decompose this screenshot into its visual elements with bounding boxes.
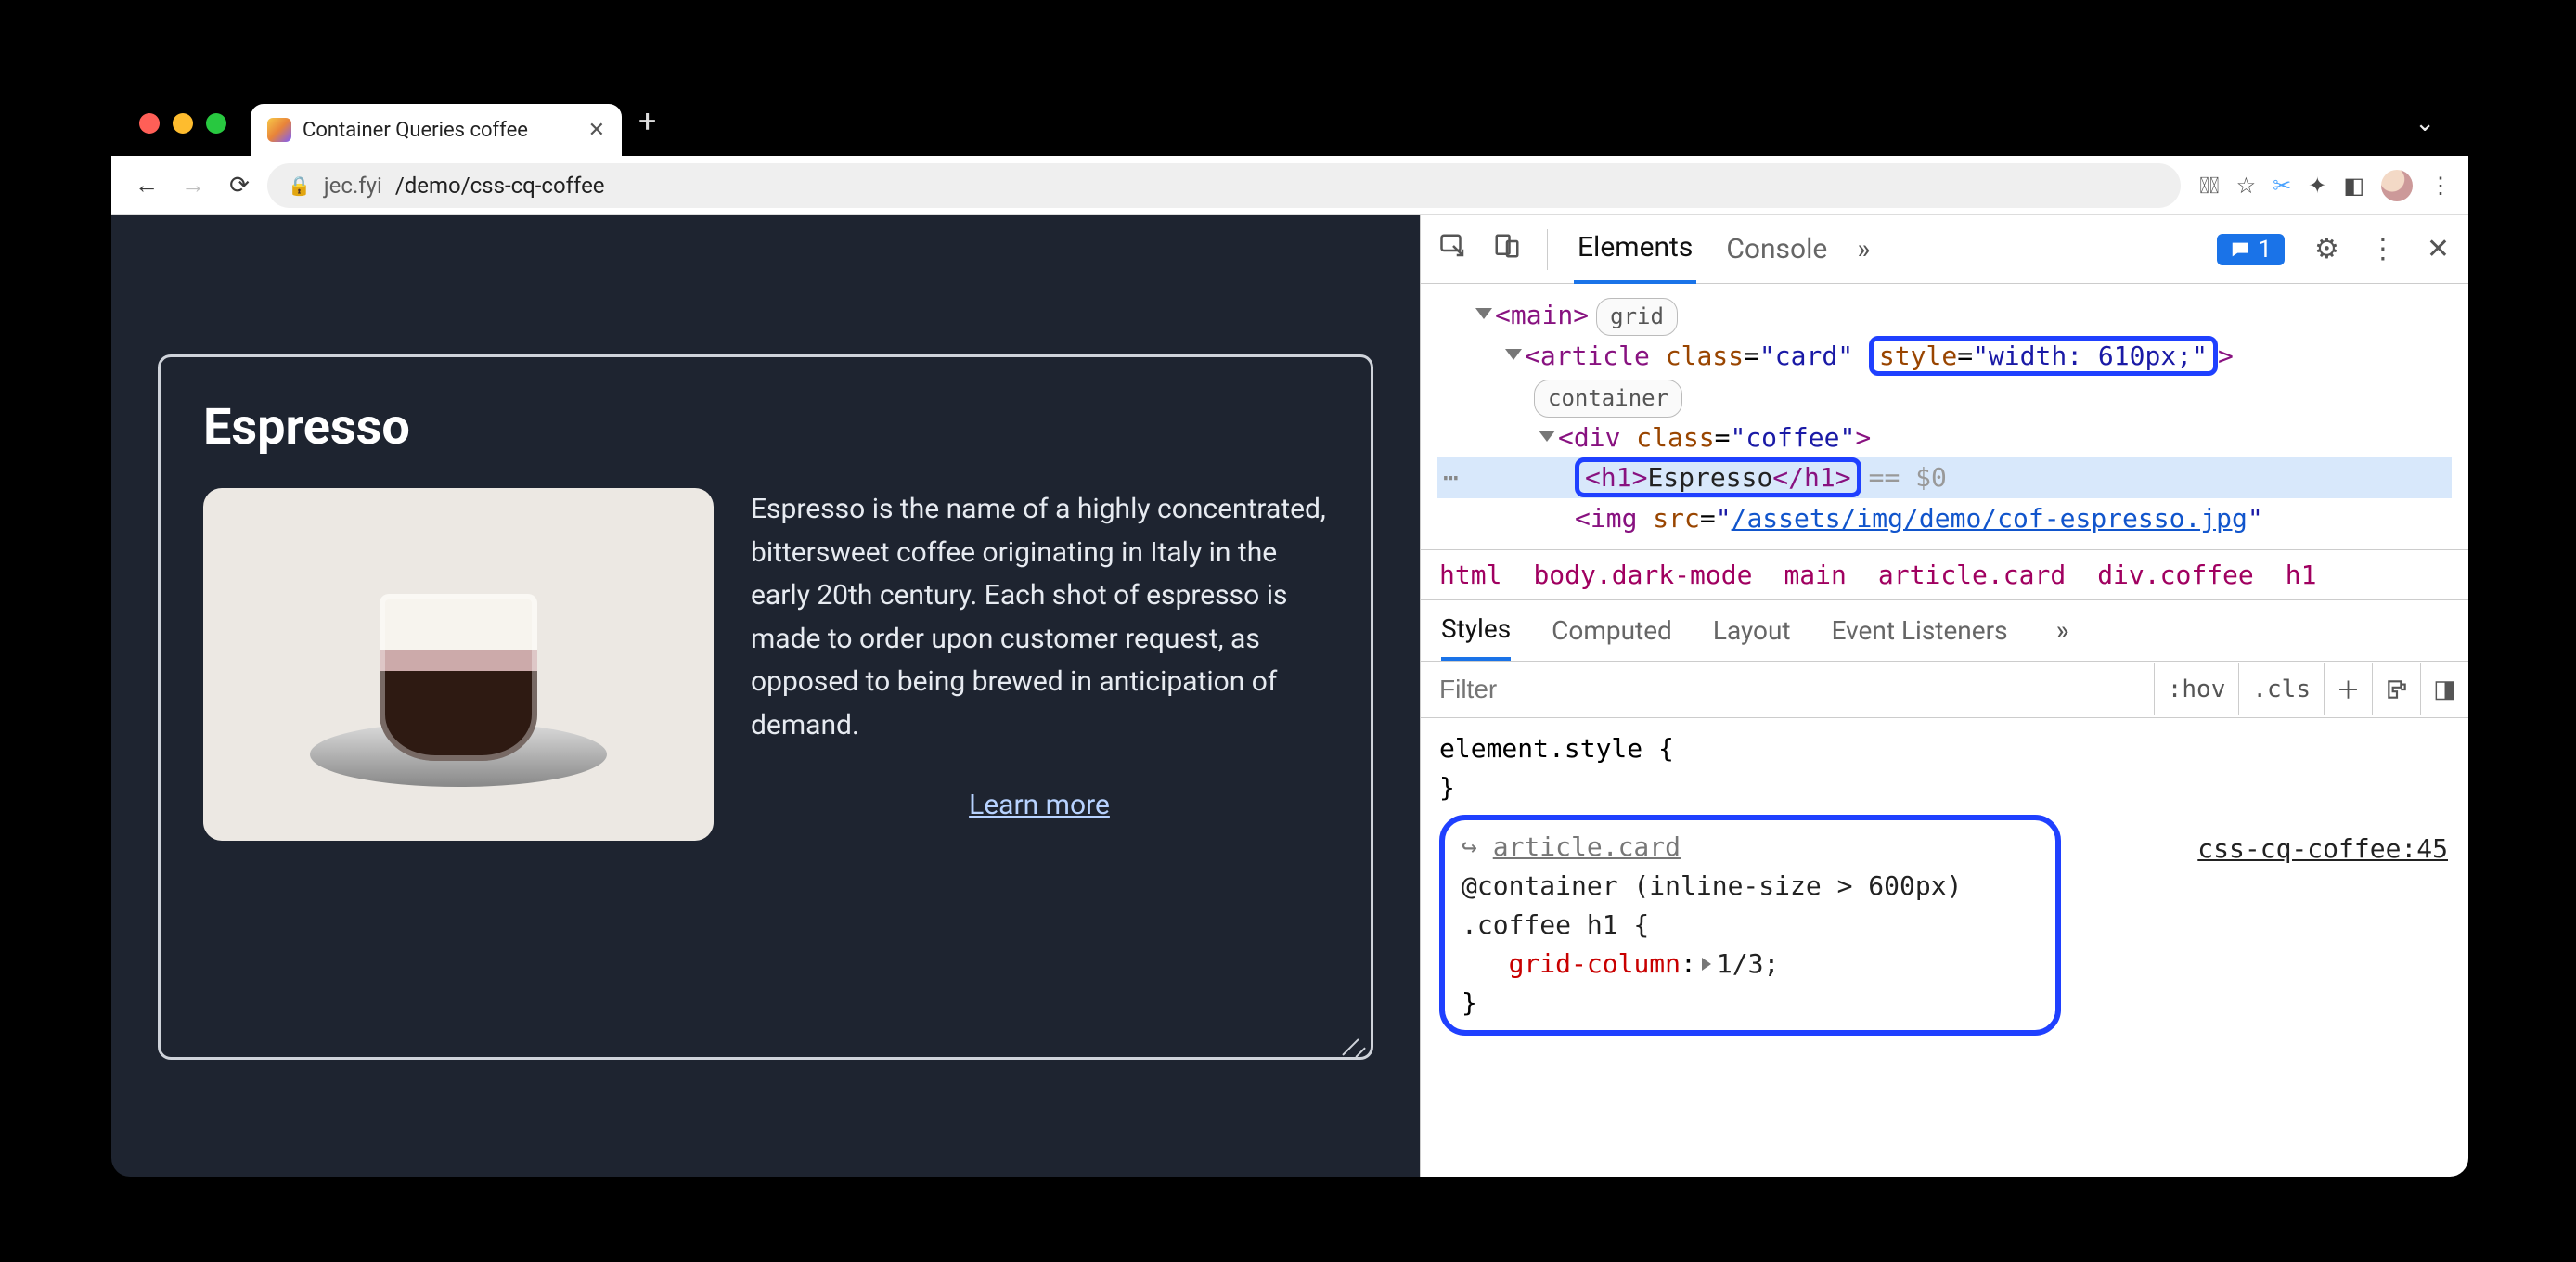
subtab-layout[interactable]: Layout xyxy=(1713,602,1791,659)
toolbar-actions: ⇧⃞ ☆ ✂︎ ✦ ◧ ⋮ xyxy=(2190,170,2452,201)
container-rule-highlight: ↪ article.card @container (inline-size >… xyxy=(1439,815,2061,1036)
coffee-image xyxy=(203,488,714,841)
style-attr-highlight: style="width: 610px;" xyxy=(1869,336,2218,376)
grid-badge[interactable]: grid xyxy=(1596,298,1678,336)
window-controls xyxy=(139,91,251,156)
devtools-panel: Elements Console » 1 ⚙ ⋮ ✕ <main>grid <a… xyxy=(1420,215,2468,1177)
browser-toolbar: ← → ⟳ 🔒 jec.fyi/demo/css-cq-coffee ⇧⃞ ☆ … xyxy=(111,156,2468,215)
dom-tree[interactable]: <main>grid <article class="card" style="… xyxy=(1421,284,2468,550)
breadcrumb[interactable]: html body.dark-mode main article.card di… xyxy=(1421,550,2468,600)
card-heading: Espresso xyxy=(203,398,1328,457)
h1-highlight: <h1>Espresso</h1> xyxy=(1575,457,1861,497)
cls-toggle[interactable]: .cls xyxy=(2238,663,2324,715)
hov-toggle[interactable]: :hov xyxy=(2154,663,2239,715)
share-icon[interactable]: ⇧⃞ xyxy=(2199,173,2219,199)
close-tab-button[interactable]: ✕ xyxy=(588,119,605,142)
crumb[interactable]: body.dark-mode xyxy=(1533,560,1752,590)
coffee-card: Espresso Espresso is the name of a highl… xyxy=(158,354,1373,1060)
crumb[interactable]: html xyxy=(1439,560,1501,590)
styles-pane[interactable]: element.style { } css-cq-coffee:45 ↪ art… xyxy=(1421,718,2468,1047)
selected-node[interactable]: ⋯ <h1>Espresso</h1>== $0 xyxy=(1437,457,2452,497)
forward-button[interactable]: → xyxy=(174,167,212,204)
reload-button[interactable]: ⟳ xyxy=(221,167,258,204)
address-bar[interactable]: 🔒 jec.fyi/demo/css-cq-coffee xyxy=(267,163,2181,208)
element-style-rule: element.style { xyxy=(1439,729,2450,768)
subtab-styles[interactable]: Styles xyxy=(1441,600,1511,661)
learn-more-link[interactable]: Learn more xyxy=(751,784,1328,828)
rule-brace: } xyxy=(1439,768,2450,807)
rendered-page: Espresso Espresso is the name of a highl… xyxy=(111,215,1420,1177)
styles-subtabs: Styles Computed Layout Event Listeners » xyxy=(1421,600,2468,662)
crumb[interactable]: h1 xyxy=(2286,560,2317,590)
img-src-link[interactable]: /assets/img/demo/cof-espresso.jpg xyxy=(1732,503,2248,534)
browser-tab[interactable]: Container Queries coffee ✕ xyxy=(251,104,622,156)
ellipsis-icon[interactable]: ⋯ xyxy=(1443,457,1459,497)
tab-title: Container Queries coffee xyxy=(303,119,528,142)
profile-avatar[interactable] xyxy=(2381,170,2413,201)
content-area: Espresso Espresso is the name of a highl… xyxy=(111,215,2468,1177)
devtools-close-button[interactable]: ✕ xyxy=(2427,233,2450,265)
settings-icon[interactable]: ⚙ xyxy=(2314,233,2339,265)
sidepanel-icon[interactable]: ◧ xyxy=(2343,173,2364,199)
crumb[interactable]: article.card xyxy=(1878,560,2066,590)
crumb[interactable]: main xyxy=(1784,560,1846,590)
subtab-computed[interactable]: Computed xyxy=(1552,602,1672,659)
browser-window: Container Queries coffee ✕ + ⌄ ← → ⟳ 🔒 j… xyxy=(111,91,2468,1177)
more-subtabs-button[interactable]: » xyxy=(2056,614,2069,647)
source-link[interactable]: css-cq-coffee:45 xyxy=(2197,830,2448,869)
scissors-icon[interactable]: ✂︎ xyxy=(2273,173,2291,199)
resize-handle-icon[interactable] xyxy=(1341,1027,1365,1051)
back-button[interactable]: ← xyxy=(128,167,165,204)
paint-icon[interactable] xyxy=(2372,663,2420,715)
extensions-icon[interactable]: ✦ xyxy=(2308,173,2326,199)
inspect-icon[interactable] xyxy=(1439,232,1467,266)
favicon-icon xyxy=(267,118,291,142)
close-window-button[interactable] xyxy=(139,113,160,134)
styles-filter-input[interactable] xyxy=(1421,662,2154,717)
url-path: /demo/css-cq-coffee xyxy=(395,173,605,199)
issues-badge[interactable]: 1 xyxy=(2217,234,2285,265)
url-host: jec.fyi xyxy=(324,173,382,199)
container-badge[interactable]: container xyxy=(1534,380,1682,418)
devtools-menu-button[interactable]: ⋮ xyxy=(2369,233,2397,265)
tabs-menu-button[interactable]: ⌄ xyxy=(2415,109,2468,137)
card-description: Espresso is the name of a highly concent… xyxy=(751,488,1328,747)
lock-icon: 🔒 xyxy=(288,174,311,197)
devtools-toolbar: Elements Console » 1 ⚙ ⋮ ✕ xyxy=(1421,215,2468,284)
menu-button[interactable]: ⋮ xyxy=(2429,173,2452,199)
maximize-window-button[interactable] xyxy=(206,113,226,134)
device-toggle-icon[interactable] xyxy=(1493,232,1521,266)
expand-shorthand-icon[interactable] xyxy=(1702,958,1711,971)
subtab-event-listeners[interactable]: Event Listeners xyxy=(1832,602,2008,659)
computed-toggle-icon[interactable]: ◨ xyxy=(2420,663,2468,715)
new-rule-button[interactable]: ＋ xyxy=(2324,663,2372,715)
tab-strip: Container Queries coffee ✕ + ⌄ xyxy=(111,91,2468,156)
tab-elements[interactable]: Elements xyxy=(1574,214,1696,284)
styles-filter-row: :hov .cls ＋ ◨ xyxy=(1421,662,2468,718)
more-tabs-button[interactable]: » xyxy=(1857,233,1870,265)
bookmark-icon[interactable]: ☆ xyxy=(2236,173,2257,199)
new-tab-button[interactable]: + xyxy=(638,103,656,144)
tab-console[interactable]: Console xyxy=(1722,216,1831,282)
crumb[interactable]: div.coffee xyxy=(2097,560,2254,590)
issues-count: 1 xyxy=(2258,236,2272,264)
minimize-window-button[interactable] xyxy=(173,113,193,134)
container-target-link[interactable]: article.card xyxy=(1493,831,1681,862)
